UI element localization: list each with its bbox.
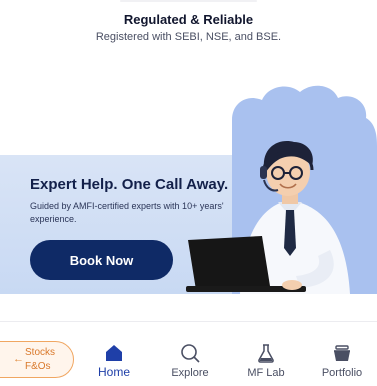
divider <box>120 0 257 2</box>
search-icon <box>181 344 200 363</box>
flask-icon <box>258 344 274 363</box>
nav-label-mf-lab: MF Lab <box>247 367 285 379</box>
stocks-fno-switch-button[interactable]: ← Stocks F&Os <box>0 341 74 378</box>
expert-help-banner[interactable]: Expert Help. One Call Away. Guided by AM… <box>0 80 377 294</box>
book-now-button[interactable]: Book Now <box>30 240 173 280</box>
nav-item-explore[interactable]: Explore <box>158 342 222 384</box>
nav-item-portfolio[interactable]: Portfolio <box>310 342 374 384</box>
arrow-left-icon: ← <box>13 353 24 365</box>
nav-item-home[interactable]: Home <box>82 342 146 384</box>
banner-title: Expert Help. One Call Away. <box>30 176 229 193</box>
trust-subtitle: Registered with SEBI, NSE, and BSE. <box>95 31 282 43</box>
nav-label-explore: Explore <box>171 367 209 379</box>
nav-label-home: Home <box>97 365 130 379</box>
home-icon <box>106 345 122 361</box>
switch-label-stocks: Stocks <box>25 347 56 358</box>
bottom-navigation: ← Stocks F&Os Home Explore MF Lab Portfo… <box>0 321 377 386</box>
banner-description: Guided by AMFI-certified experts with 10… <box>30 201 224 224</box>
trust-section: Regulated & Reliable Registered with SEB… <box>0 0 377 60</box>
switch-label-fno: F&Os <box>25 361 51 372</box>
nav-item-mf-lab[interactable]: MF Lab <box>234 342 298 384</box>
basket-icon <box>334 345 350 361</box>
nav-label-portfolio: Portfolio <box>321 367 363 379</box>
trust-title: Regulated & Reliable <box>123 12 254 27</box>
